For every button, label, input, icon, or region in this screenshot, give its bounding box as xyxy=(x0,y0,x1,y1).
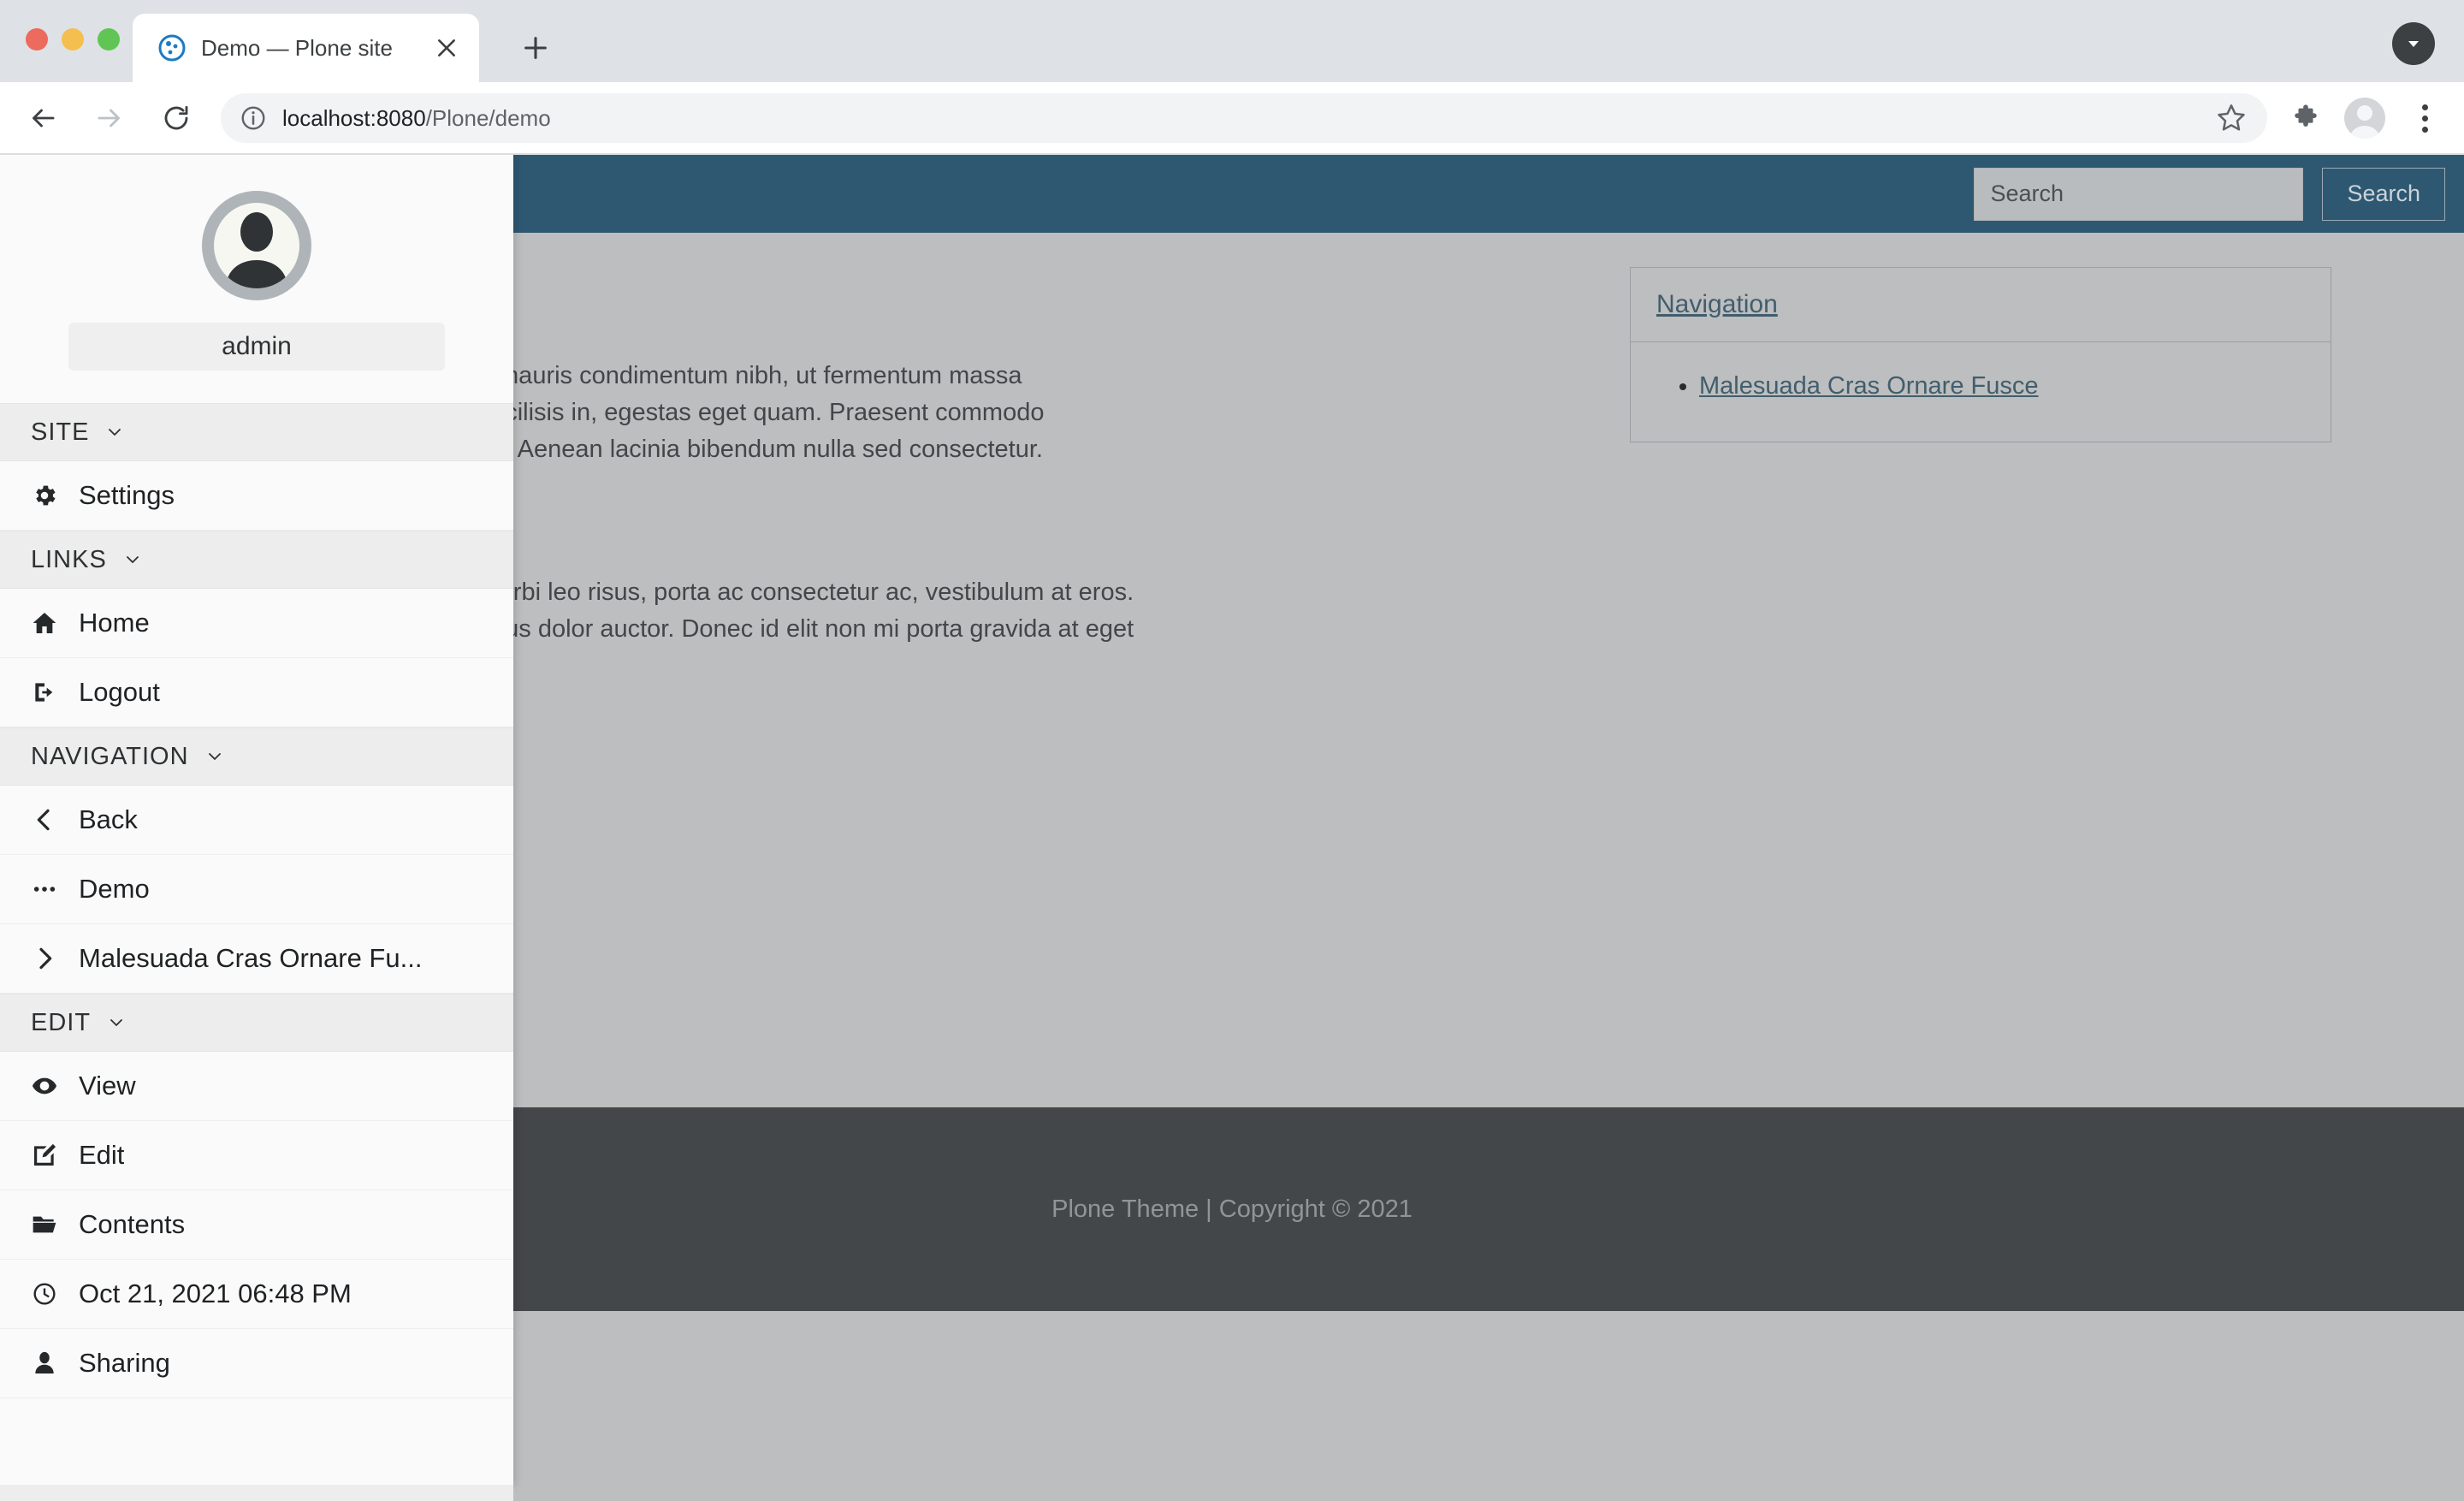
url-path: /Plone/demo xyxy=(425,104,551,131)
sidebar-item-label: Edit xyxy=(79,1140,125,1170)
browser-window: Demo — Plone site localhost:8080/Plone/d… xyxy=(0,0,2464,1501)
puzzle-piece-icon[interactable] xyxy=(2283,95,2329,141)
sidebar-item-label: Settings xyxy=(79,480,175,510)
sidebar-item-label: Back xyxy=(79,804,138,834)
sidebar-section-label: SITE xyxy=(31,418,90,446)
person-icon xyxy=(31,1350,67,1377)
sidebar-item-malesuada[interactable]: Malesuada Cras Ornare Fu... xyxy=(0,924,513,994)
plus-icon[interactable] xyxy=(513,26,558,70)
avatar xyxy=(214,203,299,288)
sidebar-item-demo[interactable]: Demo xyxy=(0,855,513,924)
sidebar-section-links[interactable]: LINKS xyxy=(0,531,513,589)
folder-open-icon xyxy=(31,1211,67,1238)
footer-text: Plone Theme | Copyright © 2021 xyxy=(1051,1195,1413,1223)
info-circle-icon[interactable] xyxy=(240,104,267,132)
sidebar-item-sharing[interactable]: Sharing xyxy=(0,1329,513,1398)
chevron-down-icon[interactable] xyxy=(2392,22,2435,65)
sidebar-section-navigation[interactable]: NAVIGATION xyxy=(0,727,513,786)
eye-icon xyxy=(31,1072,67,1100)
close-window-button[interactable] xyxy=(26,28,48,50)
sidebar-item-logout[interactable]: Logout xyxy=(0,658,513,727)
address-bar[interactable]: localhost:8080/Plone/demo xyxy=(221,93,2267,143)
gear-icon xyxy=(31,482,67,509)
plone-toolbar-sidebar: admin SITE Settings LINKS Home Logout NA… xyxy=(0,155,513,1485)
chevron-left-icon xyxy=(31,806,67,834)
logout-icon xyxy=(31,679,67,706)
pencil-square-icon xyxy=(31,1142,67,1169)
list-item: Malesuada Cras Ornare Fusce xyxy=(1699,368,2305,406)
sidebar-item-back[interactable]: Back xyxy=(0,786,513,855)
portlet-header: Navigation xyxy=(1631,268,2331,342)
portlet-list: Malesuada Cras Ornare Fusce xyxy=(1699,368,2305,406)
sidebar-item-view[interactable]: View xyxy=(0,1052,513,1121)
sidebar-item-home[interactable]: Home xyxy=(0,589,513,658)
search-input[interactable] xyxy=(1974,167,2304,221)
plone-logo-icon xyxy=(158,34,186,62)
back-arrow-icon[interactable] xyxy=(19,94,67,142)
navigation-portlet: Navigation Malesuada Cras Ornare Fusce xyxy=(1630,267,2331,442)
minimize-window-button[interactable] xyxy=(62,28,84,50)
sidebar-item-label: Oct 21, 2021 06:48 PM xyxy=(79,1279,352,1308)
sidebar-section-label: EDIT xyxy=(31,1008,92,1036)
sidebar-item-label: View xyxy=(79,1071,136,1101)
window-traffic-lights xyxy=(26,28,120,50)
chevron-down-icon xyxy=(106,1012,127,1033)
url-host: localhost:8080 xyxy=(282,104,426,131)
sidebar-item-label: Sharing xyxy=(79,1348,170,1378)
clock-icon xyxy=(31,1280,67,1308)
reload-icon[interactable] xyxy=(152,94,200,142)
sidebar-item-settings[interactable]: Settings xyxy=(0,461,513,531)
ellipsis-icon xyxy=(31,875,67,903)
sidebar-section-site[interactable]: SITE xyxy=(0,403,513,461)
user-avatar-icon[interactable] xyxy=(202,191,311,300)
sidebar-item-label: Demo xyxy=(79,874,150,904)
chevron-down-icon xyxy=(122,549,143,570)
star-icon[interactable] xyxy=(2214,101,2248,135)
chevron-down-icon xyxy=(104,422,125,442)
url-text: localhost:8080/Plone/demo xyxy=(282,105,551,132)
sidebar-bottom-strip xyxy=(0,1485,513,1501)
kebab-menu-icon[interactable] xyxy=(2404,104,2445,133)
navbar-search: Search xyxy=(1974,167,2445,221)
browser-tab[interactable]: Demo — Plone site xyxy=(133,14,479,82)
sidebar-item-edit[interactable]: Edit xyxy=(0,1121,513,1190)
browser-toolbar: localhost:8080/Plone/demo xyxy=(0,82,2464,154)
search-button[interactable]: Search xyxy=(2322,167,2445,221)
username-chip[interactable]: admin xyxy=(68,323,445,371)
sidebar-item-label: Logout xyxy=(79,677,160,707)
sidebar-section-edit[interactable]: EDIT xyxy=(0,994,513,1052)
sidebar-item-label: Malesuada Cras Ornare Fu... xyxy=(79,943,423,973)
portlet-title-link[interactable]: Navigation xyxy=(1656,290,1778,318)
chevron-right-icon xyxy=(31,945,67,972)
portlet-item-link[interactable]: Malesuada Cras Ornare Fusce xyxy=(1699,372,2039,400)
sidebar-section-label: LINKS xyxy=(31,545,107,573)
maximize-window-button[interactable] xyxy=(98,28,120,50)
forward-arrow-icon xyxy=(86,94,133,142)
tab-strip: Demo — Plone site xyxy=(0,0,2464,82)
chevron-down-icon xyxy=(204,746,225,767)
portlet-body: Malesuada Cras Ornare Fusce xyxy=(1631,342,2331,442)
personal-bar: admin xyxy=(0,155,513,403)
sidebar-item-contents[interactable]: Contents xyxy=(0,1190,513,1260)
sidebar-item-workflow-state[interactable]: Oct 21, 2021 06:48 PM xyxy=(0,1260,513,1329)
sidebar-section-label: NAVIGATION xyxy=(31,742,189,770)
close-icon[interactable] xyxy=(428,29,465,67)
tab-title: Demo — Plone site xyxy=(201,34,393,61)
sidebar-item-label: Contents xyxy=(79,1209,186,1239)
page-viewport: ers Demo Search 1, 2021 rsus commodo, to… xyxy=(0,155,2464,1501)
sidebar-item-label: Home xyxy=(79,608,150,638)
home-icon xyxy=(31,609,67,637)
profile-avatar-icon[interactable] xyxy=(2344,98,2385,139)
